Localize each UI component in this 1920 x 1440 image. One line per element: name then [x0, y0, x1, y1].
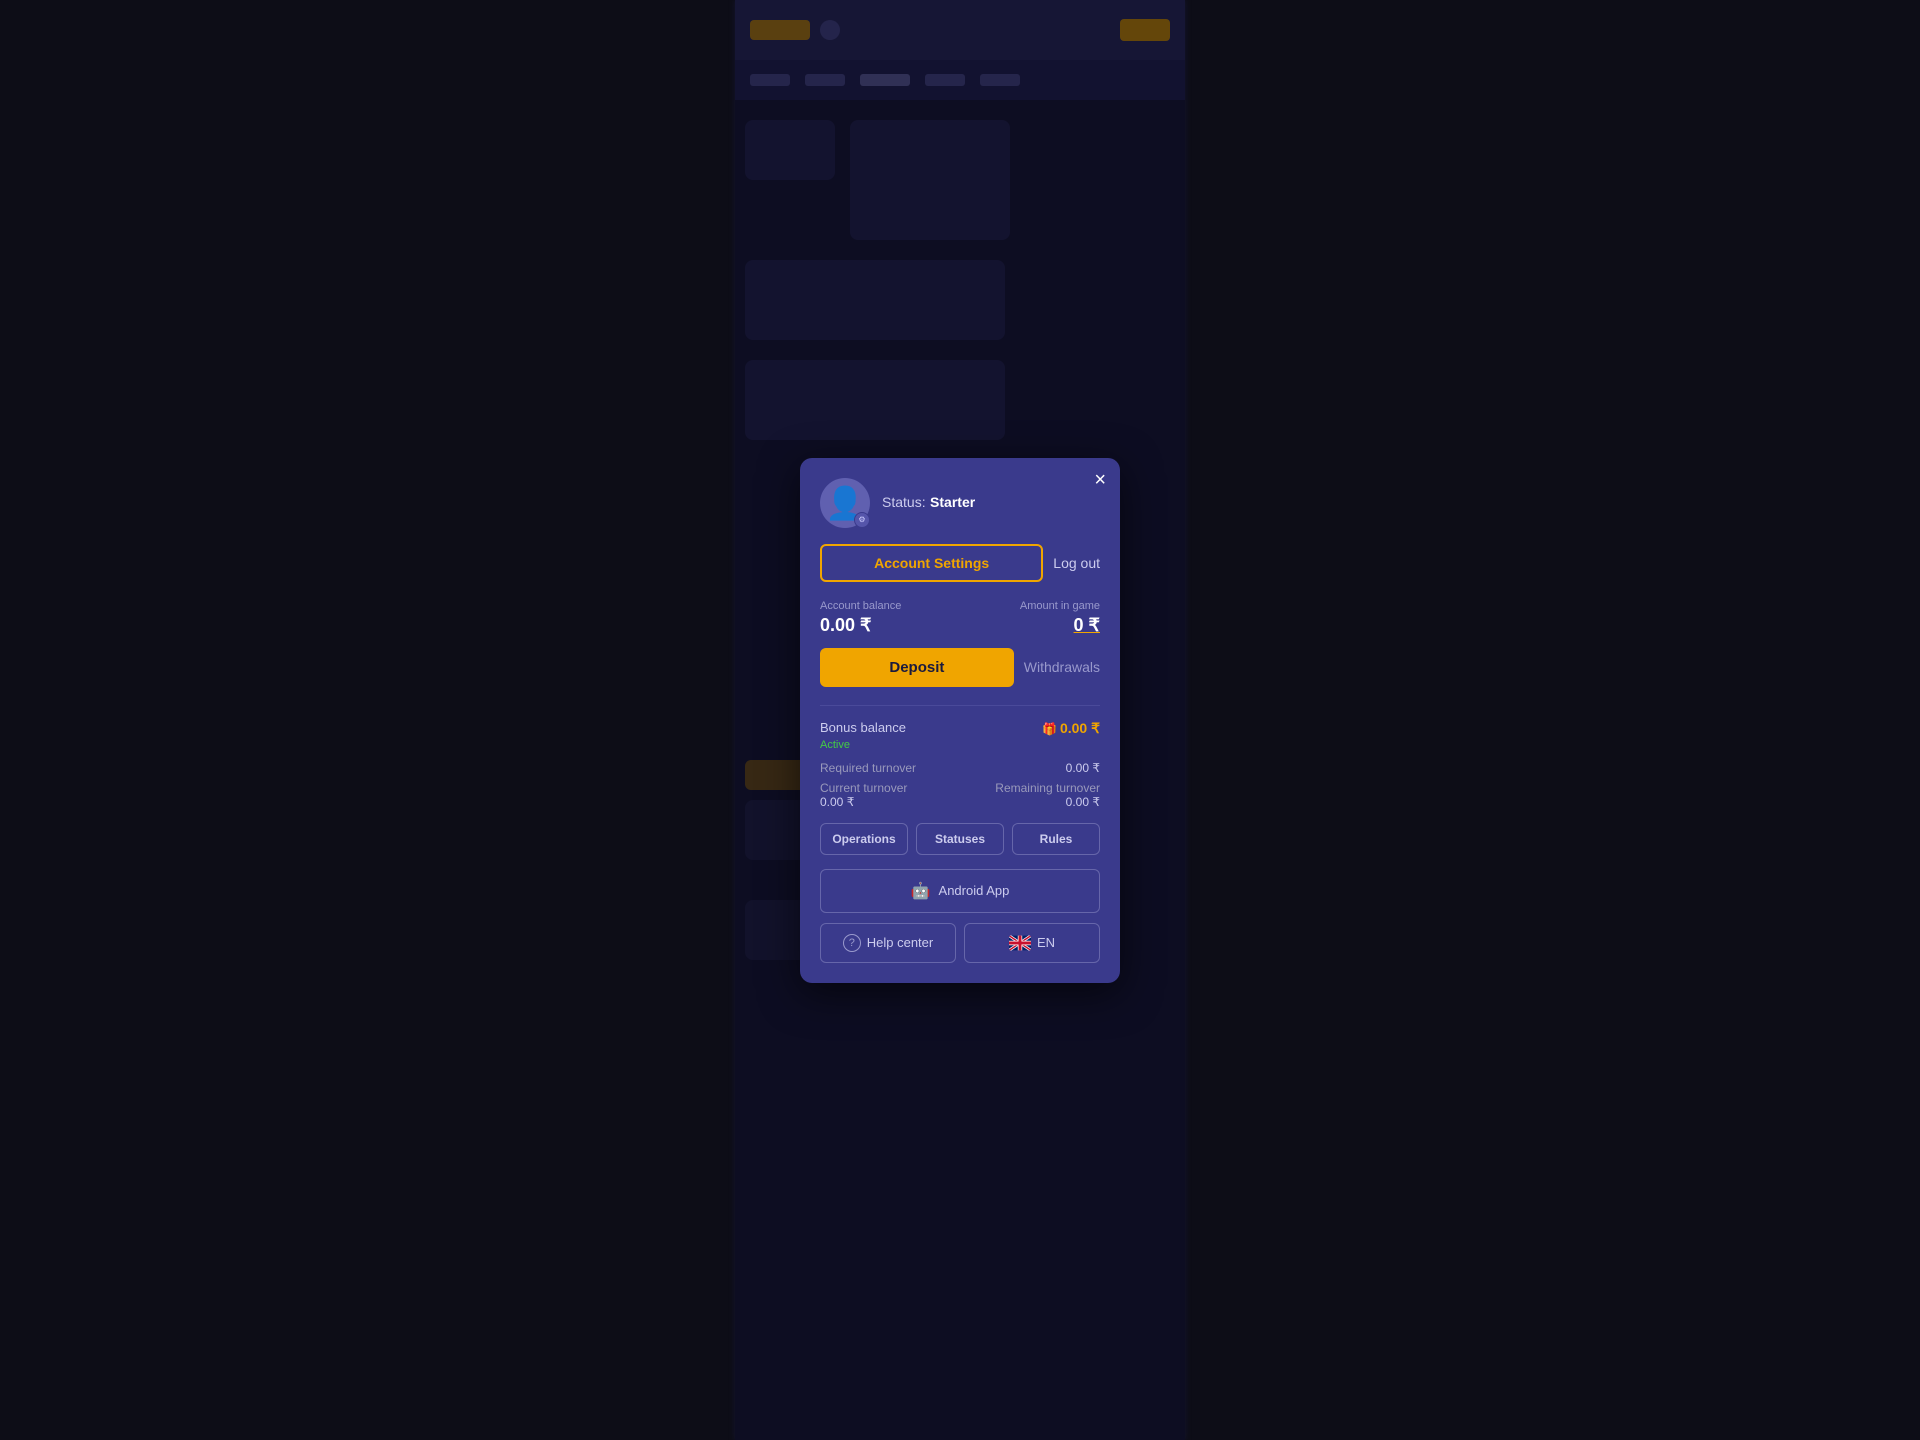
avatar-badge: ⚙	[854, 512, 870, 528]
help-center-button[interactable]: ? Help center	[820, 923, 956, 963]
account-actions-row: Account Settings Log out	[820, 544, 1100, 582]
help-center-label: Help center	[867, 935, 933, 950]
modal-overlay: × 👤 ⚙ Status: Starter Account Settings L…	[0, 0, 1920, 1440]
bonus-active-status: Active	[820, 739, 1100, 751]
close-button[interactable]: ×	[1094, 470, 1106, 490]
remaining-turnover-value: 0.00 ₹	[995, 795, 1100, 809]
game-balance: Amount in game 0 ₹	[1020, 600, 1100, 636]
deposit-button[interactable]: Deposit	[820, 648, 1014, 687]
uk-flag-icon	[1009, 935, 1031, 951]
bonus-section: Bonus balance 🎁0.00 ₹ Active Required tu…	[820, 705, 1100, 809]
account-modal: × 👤 ⚙ Status: Starter Account Settings L…	[800, 458, 1120, 983]
android-app-button[interactable]: 🤖 Android App	[820, 869, 1100, 913]
bonus-label: Bonus balance	[820, 720, 906, 735]
logout-button[interactable]: Log out	[1053, 555, 1100, 571]
operations-row: Operations Statuses Rules	[820, 823, 1100, 855]
language-label: EN	[1037, 935, 1055, 950]
account-balance-label: Account balance	[820, 600, 901, 612]
required-turnover-value: 0.00 ₹	[1066, 761, 1100, 775]
remaining-turnover-label: Remaining turnover	[995, 781, 1100, 795]
current-turnover-value: 0.00 ₹	[820, 795, 907, 809]
required-turnover-label: Required turnover	[820, 761, 916, 775]
deposit-withdrawals-row: Deposit Withdrawals	[820, 648, 1100, 687]
rules-button[interactable]: Rules	[1012, 823, 1100, 855]
account-settings-button[interactable]: Account Settings	[820, 544, 1043, 582]
remaining-turnover: Remaining turnover 0.00 ₹	[995, 781, 1100, 809]
android-app-label: Android App	[939, 883, 1010, 898]
account-balance-value: 0.00 ₹	[820, 615, 872, 635]
operations-button[interactable]: Operations	[820, 823, 908, 855]
game-balance-value: 0 ₹	[1074, 615, 1100, 635]
balance-section: Account balance 0.00 ₹ Amount in game 0 …	[820, 600, 1100, 636]
help-icon: ?	[843, 934, 861, 952]
bonus-header: Bonus balance 🎁0.00 ₹	[820, 720, 1100, 737]
current-turnover-label: Current turnover	[820, 781, 907, 795]
language-button[interactable]: EN	[964, 923, 1100, 963]
statuses-button[interactable]: Statuses	[916, 823, 1004, 855]
required-turnover-row: Required turnover 0.00 ₹	[820, 761, 1100, 775]
bonus-amount: 🎁0.00 ₹	[1042, 720, 1100, 737]
modal-header: 👤 ⚙ Status: Starter	[820, 478, 1100, 528]
withdrawals-button[interactable]: Withdrawals	[1024, 659, 1100, 675]
bottom-row: ? Help center EN	[820, 923, 1100, 963]
current-turnover: Current turnover 0.00 ₹	[820, 781, 907, 809]
avatar: 👤 ⚙	[820, 478, 870, 528]
current-remaining-turnover-row: Current turnover 0.00 ₹ Remaining turnov…	[820, 781, 1100, 809]
android-icon: 🤖	[911, 881, 931, 901]
game-balance-label: Amount in game	[1020, 600, 1100, 612]
gift-icon: 🎁	[1042, 722, 1057, 736]
status-text: Status: Starter	[882, 494, 975, 512]
account-balance: Account balance 0.00 ₹	[820, 600, 901, 636]
